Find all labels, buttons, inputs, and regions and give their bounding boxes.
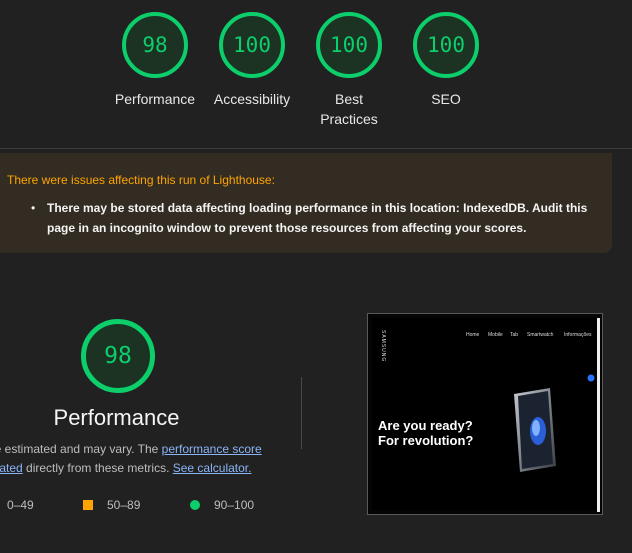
desc-text: are estimated and may vary. The	[0, 442, 162, 456]
whatsapp-icon	[587, 374, 595, 382]
legend-fail: 0–49	[7, 498, 34, 512]
screenshot-nav-item: Informações	[564, 332, 592, 338]
screenshot-nav-item: Tab	[510, 332, 519, 338]
see-calculator-link[interactable]: See calculator.	[173, 461, 252, 475]
score-gauge: 100	[219, 12, 285, 78]
gauge-seo[interactable]: 100 SEO	[396, 12, 496, 109]
section-divider	[301, 377, 302, 449]
calculated-link[interactable]: culated	[0, 461, 23, 475]
screenshot-nav-item: Home	[466, 332, 480, 338]
gauge-label: Best Practices	[320, 91, 378, 127]
legend-fail-label: 0–49	[7, 498, 34, 512]
gauge-label: Accessibility	[213, 91, 291, 107]
final-screenshot[interactable]: SAMSUNG Home Mobile Tab Smartwatch Infor…	[367, 313, 603, 515]
legend-pass: 90–100	[190, 498, 254, 512]
divider	[0, 148, 632, 149]
legend-pass-label: 90–100	[214, 498, 255, 512]
screenshot-logo: SAMSUNG	[380, 330, 386, 363]
legend-average-label: 50–89	[107, 498, 141, 512]
screenshot-nav-item: Smartwatch	[527, 332, 554, 338]
performance-title: Performance	[53, 405, 180, 430]
screenshot-nav-item: Mobile	[488, 332, 503, 338]
circle-icon	[190, 500, 200, 510]
bullet-icon: •	[31, 201, 36, 215]
score-gauge: 100	[413, 12, 479, 78]
desc-text: directly from these metrics.	[22, 461, 173, 475]
performance-score-link[interactable]: performance score	[162, 442, 262, 456]
phone-image	[514, 388, 556, 472]
warning-item: There may be stored data affecting loadi…	[47, 201, 588, 235]
performance-description: are estimated and may vary. The performa…	[0, 440, 294, 478]
performance-score-gauge: 98	[81, 319, 155, 393]
gauge-label: Performance	[114, 91, 196, 107]
gauge-accessibility[interactable]: 100 Accessibility	[202, 12, 302, 109]
screenshot-page: SAMSUNG Home Mobile Tab Smartwatch Infor…	[372, 318, 598, 510]
score-gauge: 98	[122, 12, 188, 78]
warning-title: There were issues affecting this run of …	[7, 173, 275, 187]
legend-average: 50–89	[83, 498, 140, 512]
score-gauge: 100	[316, 12, 382, 78]
screenshot-scrollbar	[597, 318, 600, 512]
warning-box: There were issues affecting this run of …	[0, 153, 612, 253]
gauge-performance[interactable]: 98 Performance	[105, 12, 205, 109]
gauge-label: SEO	[431, 91, 461, 107]
screenshot-hero-text: Are you ready? For revolution?	[378, 418, 473, 448]
hero-line: For revolution?	[378, 433, 474, 448]
hero-line: Are you ready?	[378, 418, 473, 433]
square-icon	[83, 500, 93, 510]
gauge-best-practices[interactable]: 100 Best Practices	[299, 12, 399, 129]
